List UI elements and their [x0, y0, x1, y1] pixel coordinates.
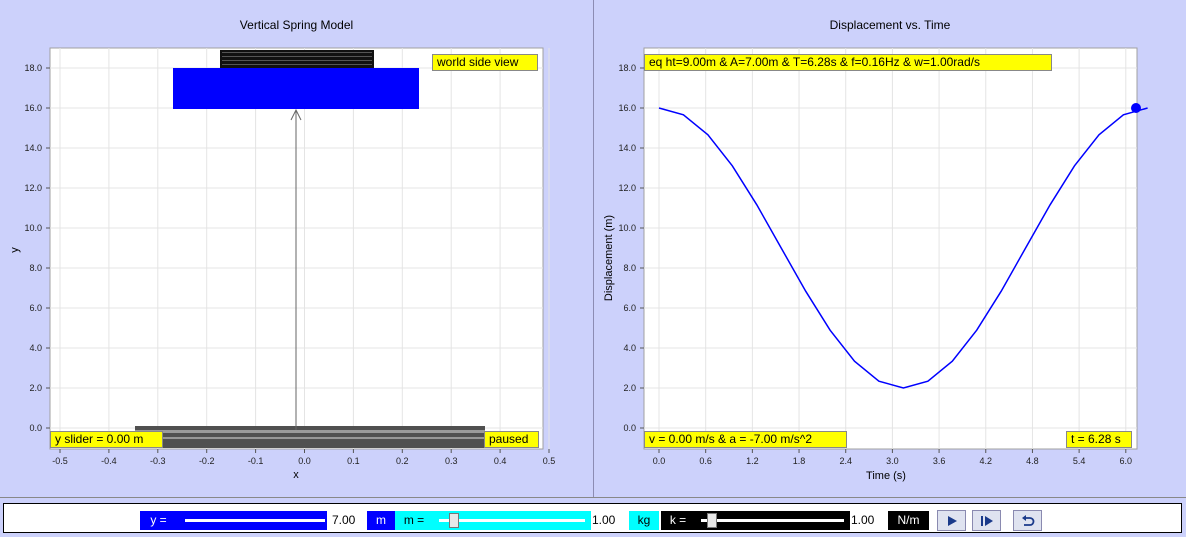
- left-y-tick: 14.0: [24, 143, 42, 153]
- left-y-tick: 18.0: [24, 63, 42, 73]
- k-unit: N/m: [888, 511, 929, 530]
- time-tick: 4.2: [980, 456, 993, 466]
- left-x-tick: 0.0: [298, 456, 311, 466]
- displacement-panel: Displacement vs. Time 0.0 0.6 1.2 1.8 2.4 3.0…: [594, 0, 1186, 497]
- y-slider[interactable]: [177, 511, 331, 530]
- k-value[interactable]: 1.00: [851, 511, 886, 530]
- left-y-tick: 0.0: [29, 423, 42, 433]
- time-axis-label: Time (s): [866, 470, 906, 482]
- reset-icon: [1021, 515, 1034, 526]
- time-tick: 6.0: [1120, 456, 1133, 466]
- left-x-tick: 0.5: [543, 456, 556, 466]
- time-tick: 1.2: [746, 456, 759, 466]
- left-y-tick: 10.0: [24, 223, 42, 233]
- left-x-tick: 0.4: [494, 456, 507, 466]
- k-slider[interactable]: [695, 511, 850, 530]
- left-y-axis-label: y: [9, 247, 21, 253]
- left-x-tick: -0.1: [248, 456, 264, 466]
- left-x-tick: 0.1: [347, 456, 360, 466]
- left-x-tick: -0.2: [199, 456, 215, 466]
- control-bar: y = 7.00 m m = 1.00 kg k = 1.00 N/m: [0, 497, 1186, 537]
- displacement-tick: 18.0: [618, 63, 636, 73]
- view-mode-label: world side view: [432, 54, 538, 71]
- displacement-tick: 16.0: [618, 103, 636, 113]
- velocity-readout: v = 0.00 m/s & a = -7.00 m/s^2: [644, 431, 847, 448]
- left-x-tick: -0.5: [52, 456, 68, 466]
- left-x-axis-label: x: [293, 469, 299, 481]
- m-unit: kg: [629, 511, 659, 530]
- k-slider-thumb[interactable]: [707, 513, 717, 528]
- left-x-tick: 0.3: [445, 456, 458, 466]
- displacement-chart[interactable]: 0.0 0.6 1.2 1.8 2.4 3.0 3.6 4.2 4.8 5.4 6.0 0.0 2.0…: [594, 0, 1186, 497]
- m-slider[interactable]: [433, 511, 591, 530]
- left-x-tick: -0.3: [150, 456, 166, 466]
- y-slider-thumb[interactable]: [327, 511, 331, 530]
- time-tick: 0.6: [699, 456, 712, 466]
- equation-readout: eq ht=9.00m & A=7.00m & T=6.28s & f=0.16…: [644, 54, 1052, 71]
- displacement-tick: 4.0: [623, 343, 636, 353]
- play-button[interactable]: [937, 510, 966, 531]
- displacement-tick: 6.0: [623, 303, 636, 313]
- reset-button[interactable]: [1013, 510, 1042, 531]
- time-tick: 5.4: [1073, 456, 1086, 466]
- displacement-tick: 10.0: [618, 223, 636, 233]
- current-point[interactable]: [1131, 103, 1141, 113]
- displacement-tick: 12.0: [618, 183, 636, 193]
- displacement-tick: 0.0: [623, 423, 636, 433]
- displacement-tick: 14.0: [618, 143, 636, 153]
- control-strip: y = 7.00 m m = 1.00 kg k = 1.00 N/m: [3, 503, 1182, 533]
- displacement-tick: 2.0: [623, 383, 636, 393]
- k-label: k =: [661, 511, 695, 530]
- left-y-tick: 4.0: [29, 343, 42, 353]
- y-label: y =: [140, 511, 177, 530]
- spring-coils: [220, 50, 374, 68]
- left-y-tick: 2.0: [29, 383, 42, 393]
- y-value[interactable]: 7.00: [332, 511, 365, 530]
- displacement-tick: 8.0: [623, 263, 636, 273]
- spring-model-panel: Vertical Spring Model -0.5 -0.4 -0.3 -0.2 -0…: [0, 0, 594, 497]
- step-button[interactable]: [972, 510, 1001, 531]
- play-icon: [947, 515, 957, 526]
- left-y-tick: 16.0: [24, 103, 42, 113]
- time-tick: 0.0: [653, 456, 666, 466]
- time-tick: 2.4: [839, 456, 852, 466]
- m-slider-thumb[interactable]: [449, 513, 459, 528]
- step-icon: [980, 515, 993, 526]
- m-label: m =: [395, 511, 433, 530]
- time-readout: t = 6.28 s: [1066, 431, 1132, 448]
- m-value[interactable]: 1.00: [592, 511, 627, 530]
- left-y-tick: 8.0: [29, 263, 42, 273]
- time-tick: 1.8: [793, 456, 806, 466]
- time-tick: 3.6: [933, 456, 946, 466]
- left-x-tick: -0.4: [101, 456, 117, 466]
- time-tick: 3.0: [886, 456, 899, 466]
- left-y-tick: 6.0: [29, 303, 42, 313]
- y-slider-readout: y slider = 0.00 m: [50, 431, 163, 448]
- displacement-axis-label: Displacement (m): [603, 215, 615, 301]
- spring-model-plot[interactable]: -0.5 -0.4 -0.3 -0.2 -0.1 0.0 0.1 0.2 0.3 0.4 0.5 0…: [0, 0, 593, 497]
- left-x-tick: 0.2: [396, 456, 409, 466]
- time-tick: 4.8: [1026, 456, 1039, 466]
- paused-status: paused: [484, 431, 539, 448]
- left-y-tick: 12.0: [24, 183, 42, 193]
- y-unit: m: [367, 511, 395, 530]
- spring-mass[interactable]: [173, 68, 419, 109]
